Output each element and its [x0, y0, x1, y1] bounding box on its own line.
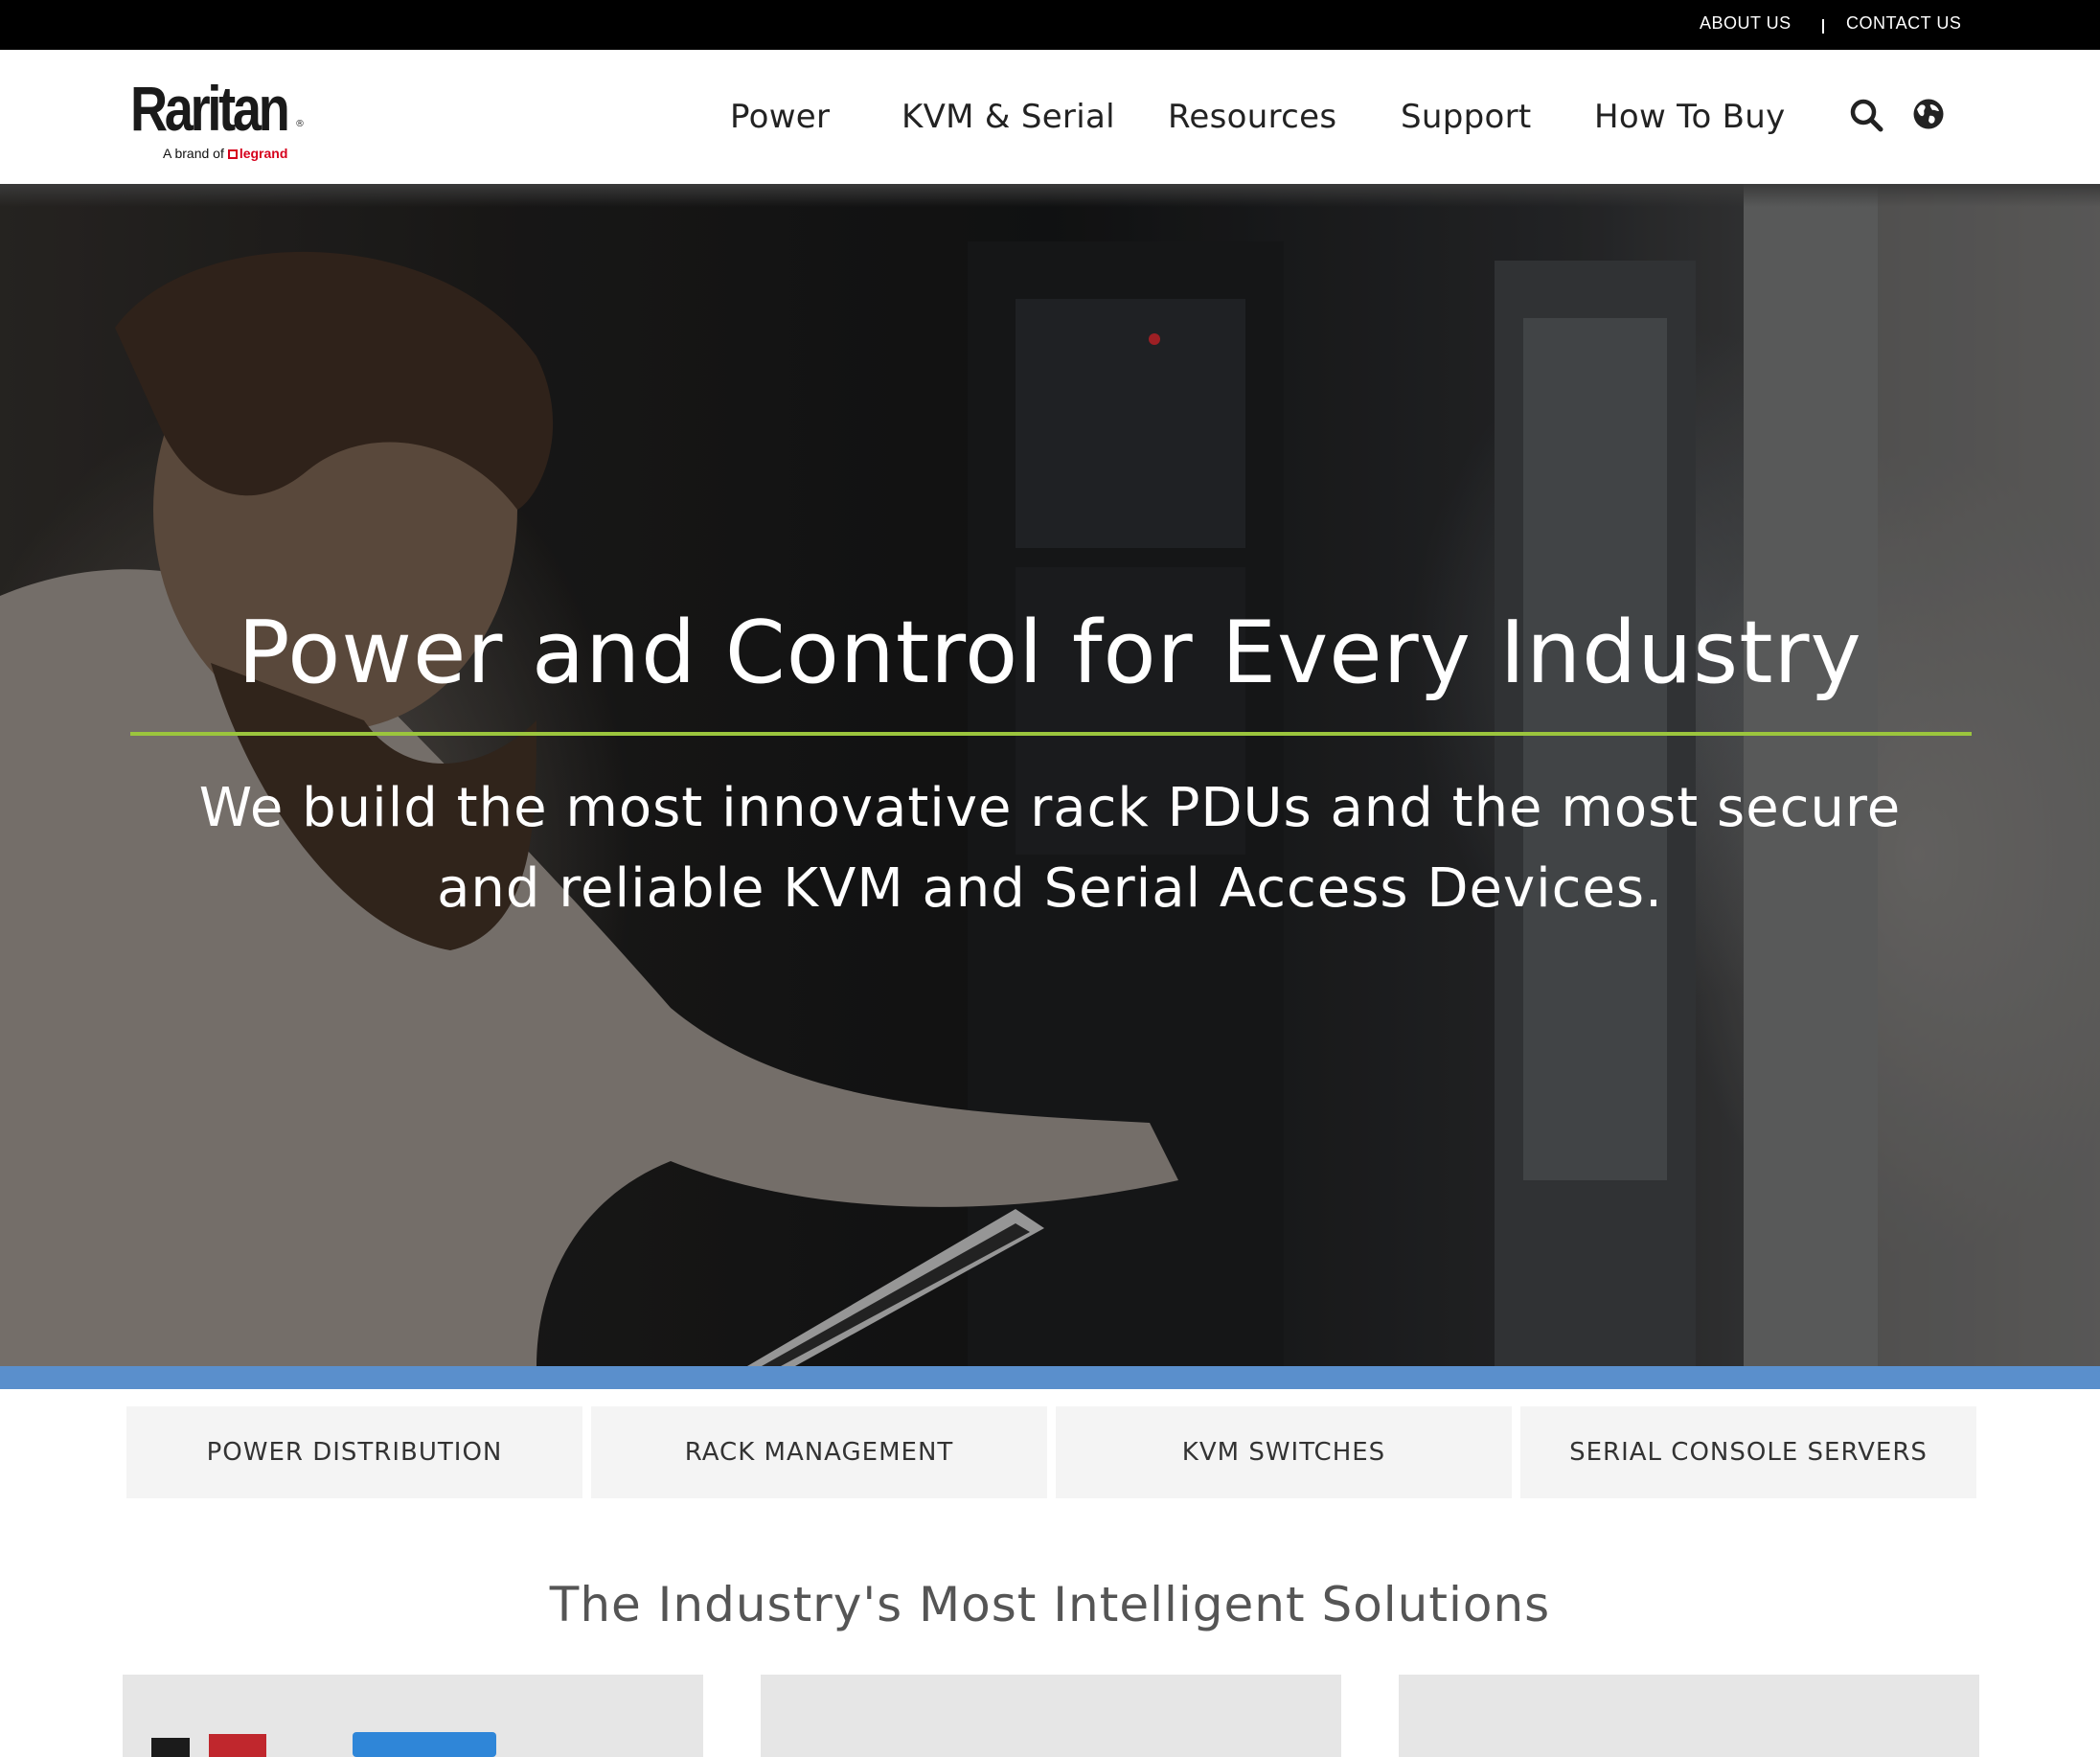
category-power-distribution[interactable]: POWER DISTRIBUTION	[126, 1406, 582, 1498]
hero-subtitle: We build the most innovative rack PDUs a…	[198, 777, 1902, 920]
about-us-link[interactable]: ABOUT US	[1700, 13, 1792, 34]
utility-divider	[1822, 19, 1824, 34]
utility-bar: ABOUT US CONTACT US	[0, 0, 2100, 50]
solutions-heading: The Industry's Most Intelligent Solution…	[549, 1577, 1551, 1632]
hero-banner: Power and Control for Every Industry We …	[0, 184, 2100, 1366]
solution-card[interactable]	[761, 1675, 1341, 1757]
nav-item-support[interactable]: Support	[1401, 98, 1532, 136]
nav-item-resources[interactable]: Resources	[1168, 98, 1336, 136]
legrand-mark-icon	[227, 149, 238, 159]
hero-divider	[130, 732, 1972, 736]
solution-card[interactable]	[1399, 1675, 1979, 1757]
nav-item-kvm-serial[interactable]: KVM & Serial	[902, 98, 1115, 136]
logo-tagline-text: A brand of	[163, 146, 224, 161]
product-image	[151, 1732, 496, 1757]
site-header: Raritan ® A brand of legrand Power KVM & …	[0, 50, 2100, 184]
category-serial-console-servers[interactable]: SERIAL CONSOLE SERVERS	[1520, 1406, 1976, 1498]
nav-item-how-to-buy[interactable]: How To Buy	[1594, 98, 1786, 136]
logo-tagline: A brand of legrand	[163, 146, 287, 161]
main-nav: Power KVM & Serial Resources Support How…	[0, 98, 2100, 146]
globe-icon[interactable]	[1912, 98, 1947, 132]
contact-us-link[interactable]: CONTACT US	[1846, 13, 1961, 34]
hero-title: Power and Control for Every Industry	[238, 603, 1862, 703]
hero-top-shadow	[0, 184, 2100, 207]
category-row: POWER DISTRIBUTION RACK MANAGEMENT KVM S…	[0, 1406, 2100, 1500]
logo-brand-name: legrand	[239, 146, 288, 161]
nav-item-power[interactable]: Power	[730, 98, 830, 136]
hero-accent-band	[0, 1366, 2100, 1389]
category-kvm-switches[interactable]: KVM SWITCHES	[1056, 1406, 1512, 1498]
solution-card[interactable]	[123, 1675, 703, 1757]
search-icon[interactable]	[1849, 98, 1883, 132]
category-rack-management[interactable]: RACK MANAGEMENT	[591, 1406, 1047, 1498]
